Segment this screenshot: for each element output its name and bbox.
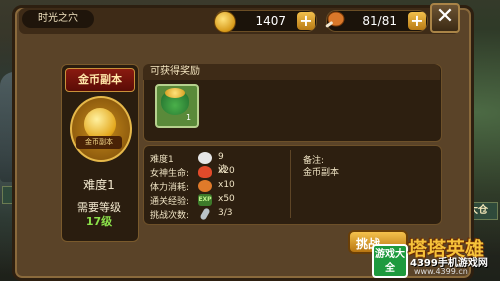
meat-icon	[325, 11, 345, 28]
stat-label: 体力消耗:	[150, 183, 190, 193]
heart-icon	[198, 166, 212, 178]
stat-label: 挑战次数:	[150, 211, 190, 221]
add-gold-button[interactable]: +	[297, 12, 315, 30]
add-stamina-button[interactable]: +	[408, 12, 426, 30]
medal-caption: 金币副本	[76, 136, 122, 149]
note-value: 金币副本	[303, 168, 340, 178]
watermark-badge: 游戏大全	[372, 244, 408, 278]
meat-icon	[198, 180, 212, 192]
stat-label: 通关经验:	[150, 197, 190, 207]
stat-value: 3/3	[218, 208, 233, 218]
close-button[interactable]: ✕	[430, 3, 460, 33]
reward-item-count: 1	[186, 113, 192, 122]
skull-icon	[198, 152, 212, 164]
stamina-counter: 81/81 +	[325, 10, 428, 32]
stat-label: 难度1	[150, 155, 174, 165]
stat-value: x20	[218, 166, 235, 176]
gold-coin-icon	[214, 11, 236, 33]
rewards-title: 可获得奖励	[150, 66, 200, 77]
stat-label: 女神生命:	[150, 169, 190, 179]
exp-icon: EXP	[198, 194, 212, 206]
difficulty-label: 难度1	[83, 178, 115, 192]
required-level-value: 17级	[85, 215, 113, 228]
stamina-value: 81/81	[362, 14, 397, 28]
stat-value: x10	[218, 180, 235, 190]
gold-value: 1407	[255, 14, 286, 28]
gold-counter: 1407 +	[214, 10, 317, 33]
stats-divider	[290, 150, 291, 218]
page-title: 时光之穴	[22, 10, 94, 28]
coins-icon	[165, 88, 185, 98]
dungeon-name: 金币副本	[65, 68, 135, 92]
stat-value: x50	[218, 194, 235, 204]
watermark-url: www.4399.cn	[414, 267, 468, 276]
